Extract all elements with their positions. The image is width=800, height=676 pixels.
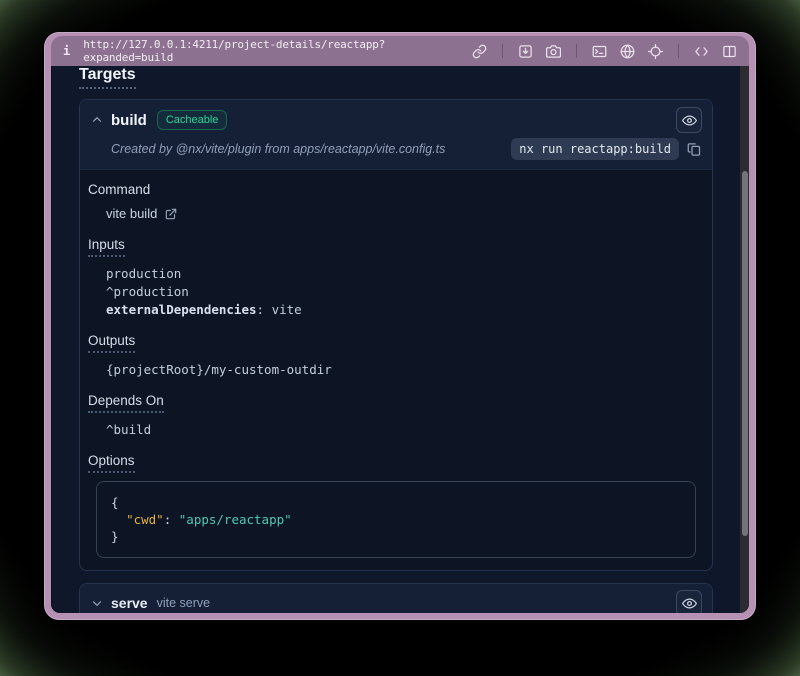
url-bar[interactable]: http://127.0.0.1:4211/project-details/re… [83,38,472,64]
build-title-row[interactable]: build Cacheable [80,100,712,136]
code-icon[interactable] [694,44,709,59]
inputs-heading: Inputs [88,237,696,257]
target-name: serve [111,595,148,611]
json-line: { [111,494,681,511]
run-command-chip: nx run reactapp:build [511,138,679,160]
eye-icon [682,596,697,611]
camera-icon[interactable] [546,44,561,59]
download-icon[interactable] [518,44,533,59]
json-string-value: "apps/reactapp" [179,512,292,527]
eye-icon [682,113,697,128]
json-line: "cwd": "apps/reactapp" [111,511,681,528]
json-line: } [111,528,681,545]
toolbar-divider [502,44,503,58]
input-entry: production [106,265,696,283]
browser-toolbar: i http://127.0.0.1:4211/project-details/… [51,36,749,66]
copy-button[interactable] [687,142,702,157]
eye-button[interactable] [676,590,702,613]
depends-on-heading: Depends On [88,393,696,413]
cacheable-badge: Cacheable [157,110,228,130]
build-card-header: build Cacheable Created by @nx/vite/plug… [80,100,712,169]
command-value: vite build [106,205,696,223]
crosshair-icon[interactable] [648,44,663,59]
options-heading: Options [88,453,696,473]
serve-title-row[interactable]: serve vite serve [80,584,712,613]
toolbar-actions [472,44,737,59]
scrollbar-thumb[interactable] [742,171,748,536]
serve-target-card: serve vite serve [79,583,713,613]
terminal-icon[interactable] [592,44,607,59]
link-icon[interactable] [472,44,487,59]
desktop-background: i http://127.0.0.1:4211/project-details/… [0,0,800,676]
serve-command-text: vite serve [157,596,211,610]
input-entry: externalDependencies: vite [106,301,696,319]
target-name: build [111,112,147,129]
external-link-icon [164,207,178,221]
depends-on-section: Depends On ^build [88,393,696,439]
browser-window: i http://127.0.0.1:4211/project-details/… [44,32,756,620]
outputs-heading: Outputs [88,333,696,353]
eye-button[interactable] [676,107,702,133]
created-by-row: Created by @nx/vite/plugin from apps/rea… [80,136,712,169]
chevron-up-icon[interactable] [90,113,104,127]
input-entry: ^production [106,283,696,301]
build-card-body: Command vite build Inputs production ^pr… [80,169,712,570]
page-content: Targets build Cacheable Created by @nx/v… [51,66,749,613]
command-heading: Command [88,182,696,197]
scrollbar-track[interactable] [740,66,749,613]
info-icon: i [63,44,70,58]
options-section: Options { "cwd": "apps/reactapp"} [88,453,696,558]
options-json-block: { "cwd": "apps/reactapp"} [96,481,696,558]
inputs-section: Inputs production ^production externalDe… [88,237,696,319]
toolbar-divider [576,44,577,58]
split-view-icon[interactable] [722,44,737,59]
chevron-down-icon[interactable] [90,596,104,610]
copy-icon [687,142,702,157]
command-section: Command vite build [88,182,696,223]
globe-icon[interactable] [620,44,635,59]
outputs-section: Outputs {projectRoot}/my-custom-outdir [88,333,696,379]
depends-on-entry: ^build [106,421,696,439]
build-target-card: build Cacheable Created by @nx/vite/plug… [79,99,713,571]
created-by-text: Created by @nx/vite/plugin from apps/rea… [111,142,445,156]
output-entry: {projectRoot}/my-custom-outdir [106,361,696,379]
external-link-button[interactable] [164,207,178,221]
json-key: "cwd" [126,512,164,527]
targets-heading: Targets [79,66,136,89]
toolbar-divider [678,44,679,58]
